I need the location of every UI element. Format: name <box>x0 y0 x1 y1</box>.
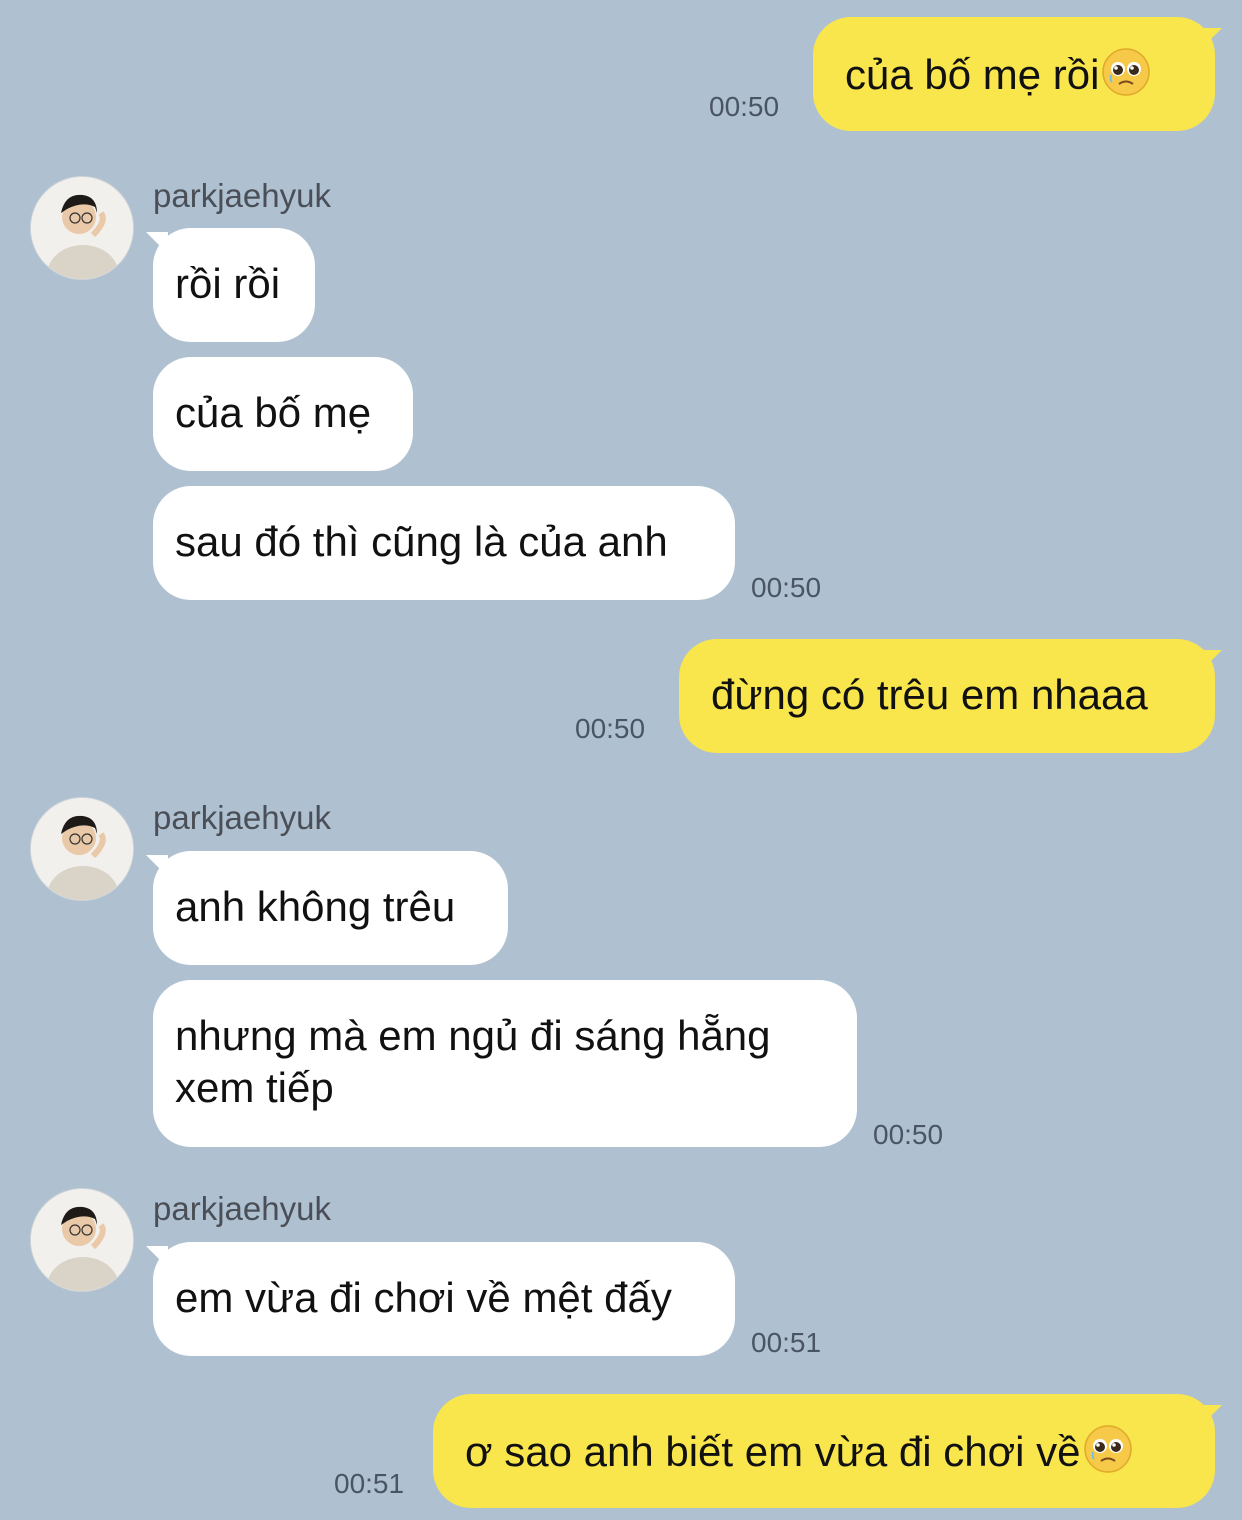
my-message-bubble[interactable]: đừng có trêu em nhaaa <box>679 639 1215 753</box>
message-text: đừng có trêu em nhaaa <box>711 671 1148 718</box>
sender-name: parkjaehyuk <box>153 1190 331 1227</box>
message-timestamp: 00:51 <box>334 1468 405 1499</box>
their-message-bubble[interactable]: em vừa đi chơi về mệt đấy <box>153 1242 735 1356</box>
profile-photo-icon <box>31 177 133 279</box>
my-message-bubble[interactable]: của bố mẹ rồi <box>813 17 1215 131</box>
message-text: của bố mẹ <box>175 389 372 436</box>
message-text: của bố mẹ rồi <box>845 51 1100 98</box>
message-text: rồi rồi <box>175 260 281 307</box>
pleading-face-emoji-icon <box>1083 1424 1133 1486</box>
contact-avatar[interactable] <box>30 176 134 280</box>
message-text: ơ sao anh biết em vừa đi chơi về <box>465 1428 1081 1475</box>
their-message-bubble[interactable]: của bố mẹ <box>153 357 413 471</box>
profile-photo-icon <box>31 1189 133 1291</box>
sender-name: parkjaehyuk <box>153 799 331 836</box>
message-timestamp: 00:50 <box>575 713 646 744</box>
their-message-bubble[interactable]: sau đó thì cũng là của anh <box>153 486 735 600</box>
sender-name: parkjaehyuk <box>153 177 331 214</box>
message-timestamp: 00:50 <box>873 1119 944 1150</box>
my-message-bubble[interactable]: ơ sao anh biết em vừa đi chơi về <box>433 1394 1215 1508</box>
message-text: em vừa đi chơi về mệt đấy <box>175 1274 672 1321</box>
contact-avatar[interactable] <box>30 797 134 901</box>
message-text: sau đó thì cũng là của anh <box>175 518 668 565</box>
message-text-line: nhưng mà em ngủ đi sáng hẵng <box>175 1012 771 1059</box>
message-text-line: xem tiếp <box>175 1064 334 1111</box>
message-timestamp: 00:51 <box>751 1327 822 1358</box>
message-text: anh không trêu <box>175 883 456 930</box>
pleading-face-emoji-icon <box>1101 47 1151 109</box>
contact-avatar[interactable] <box>30 1188 134 1292</box>
profile-photo-icon <box>31 798 133 900</box>
message-timestamp: 00:50 <box>751 572 822 603</box>
message-timestamp: 00:50 <box>709 91 780 122</box>
their-message-bubble[interactable]: rồi rồi <box>153 228 315 342</box>
their-message-bubble[interactable]: nhưng mà em ngủ đi sáng hẵng xem tiếp <box>153 980 857 1147</box>
their-message-bubble[interactable]: anh không trêu <box>153 851 508 965</box>
